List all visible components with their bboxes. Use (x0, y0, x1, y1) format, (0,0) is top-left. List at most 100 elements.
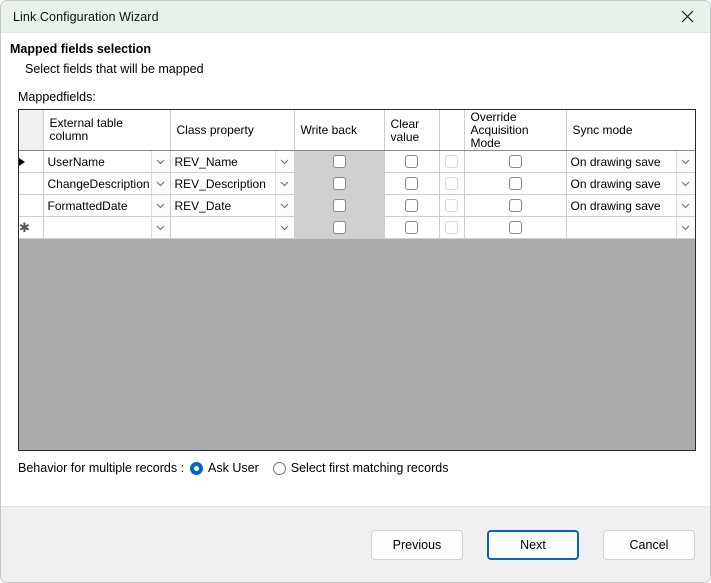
sync-mode-combo[interactable]: On drawing save (566, 173, 694, 194)
chevron-down-icon[interactable] (150, 151, 169, 172)
cell-override-acquisition-mode[interactable] (464, 172, 567, 195)
column-header-class-property[interactable]: Class property (170, 110, 295, 151)
cancel-button[interactable]: Cancel (603, 529, 695, 560)
class-property-combo[interactable]: REV_Description (170, 173, 293, 194)
cell-external-table-column[interactable]: UserName (43, 150, 171, 173)
column-header-sync-mode[interactable]: Sync mode (566, 110, 695, 151)
table-row[interactable]: UserName REV_Name On drawing save (19, 150, 695, 173)
cell-external-table-column[interactable] (43, 216, 171, 239)
cell-unnamed[interactable] (439, 172, 465, 195)
cell-override-acquisition-mode[interactable] (464, 216, 567, 239)
cell-clear-value[interactable] (384, 172, 440, 195)
clear-value-checkbox[interactable] (405, 155, 418, 168)
class-property-combo[interactable]: REV_Name (170, 151, 293, 172)
cell-write-back[interactable] (294, 150, 385, 173)
cell-class-property[interactable]: REV_Description (170, 172, 295, 195)
column-header-override-acquisition-mode[interactable]: Override Acquisition Mode (464, 110, 567, 151)
chevron-down-icon[interactable] (150, 217, 169, 238)
window-title: Link Configuration Wizard (13, 9, 159, 24)
sync-mode-combo[interactable]: On drawing save (566, 151, 694, 172)
cell-clear-value[interactable] (384, 150, 440, 173)
unnamed-checkbox[interactable] (445, 199, 458, 212)
row-selector-new[interactable]: ✱ (19, 216, 44, 239)
radio-select-first-matching-records-indicator[interactable] (272, 461, 286, 475)
table-row[interactable]: ChangeDescription REV_Description On dra… (19, 172, 695, 195)
next-button[interactable]: Next (487, 529, 579, 560)
mapped-fields-grid[interactable]: External table column Class property Wri… (18, 109, 696, 451)
override-acquisition-mode-checkbox[interactable] (508, 221, 522, 234)
wizard-body: Mappedfields: External table column Clas… (1, 76, 710, 506)
unnamed-checkbox[interactable] (445, 221, 458, 234)
previous-button[interactable]: Previous (371, 529, 463, 560)
chevron-down-icon[interactable] (675, 195, 694, 216)
column-header-external-table-column[interactable]: External table column (43, 110, 171, 151)
row-selector[interactable] (19, 150, 44, 173)
cell-write-back[interactable] (294, 194, 385, 217)
combo-value: FormattedDate (47, 198, 128, 213)
chevron-down-icon[interactable] (150, 195, 169, 216)
write-back-checkbox[interactable] (332, 221, 346, 234)
write-back-checkbox[interactable] (332, 177, 346, 190)
chevron-down-icon[interactable] (274, 173, 293, 194)
cell-sync-mode[interactable]: On drawing save (566, 172, 695, 195)
override-acquisition-mode-checkbox[interactable] (508, 199, 522, 212)
cell-class-property[interactable]: REV_Name (170, 150, 295, 173)
external-table-column-combo[interactable]: UserName (43, 151, 169, 172)
class-property-combo[interactable]: REV_Date (170, 195, 293, 216)
table-row[interactable]: FormattedDate REV_Date On drawing save (19, 194, 695, 217)
clear-value-checkbox[interactable] (405, 177, 418, 190)
radio-select-first-matching-records[interactable]: Select first matching records (272, 461, 449, 475)
cell-override-acquisition-mode[interactable] (464, 150, 567, 173)
radio-ask-user[interactable]: Ask User (190, 461, 259, 475)
cell-unnamed[interactable] (439, 194, 465, 217)
clear-value-checkbox[interactable] (405, 199, 418, 212)
cell-clear-value[interactable] (384, 216, 440, 239)
row-selector[interactable] (19, 194, 44, 217)
column-header-write-back[interactable]: Write back (294, 110, 385, 151)
override-acquisition-mode-checkbox[interactable] (508, 177, 522, 190)
write-back-checkbox[interactable] (332, 155, 346, 168)
cell-sync-mode[interactable]: On drawing save (566, 150, 695, 173)
combo-value: On drawing save (570, 154, 661, 169)
chevron-down-icon[interactable] (675, 151, 694, 172)
cell-override-acquisition-mode[interactable] (464, 194, 567, 217)
cell-unnamed[interactable] (439, 216, 465, 239)
radio-ask-user-indicator[interactable] (190, 461, 204, 475)
cell-write-back[interactable] (294, 216, 385, 239)
write-back-checkbox[interactable] (332, 199, 346, 212)
table-row-new[interactable]: ✱ (19, 216, 695, 239)
chevron-down-icon[interactable] (675, 173, 694, 194)
external-table-column-combo[interactable]: ChangeDescription (43, 173, 169, 194)
cell-external-table-column[interactable]: FormattedDate (43, 194, 171, 217)
radio-select-first-matching-records-label: Select first matching records (290, 461, 449, 475)
unnamed-checkbox[interactable] (445, 177, 458, 190)
cell-class-property[interactable]: REV_Date (170, 194, 295, 217)
chevron-down-icon[interactable] (675, 217, 694, 238)
column-header-unnamed[interactable] (439, 110, 465, 151)
override-acquisition-mode-checkbox[interactable] (508, 155, 522, 168)
chevron-down-icon[interactable] (274, 217, 293, 238)
cell-write-back[interactable] (294, 172, 385, 195)
chevron-down-icon[interactable] (274, 195, 293, 216)
close-button[interactable] (664, 1, 710, 32)
class-property-combo[interactable] (170, 217, 293, 238)
external-table-column-combo[interactable]: FormattedDate (43, 195, 169, 216)
cell-unnamed[interactable] (439, 150, 465, 173)
sync-mode-combo[interactable]: On drawing save (566, 195, 694, 216)
chevron-down-icon[interactable] (150, 173, 169, 194)
new-row-asterisk-icon: ✱ (19, 220, 30, 236)
sync-mode-combo[interactable] (566, 217, 694, 238)
clear-value-checkbox[interactable] (405, 221, 418, 234)
cell-class-property[interactable] (170, 216, 295, 239)
wizard-footer: Previous Next Cancel (1, 506, 710, 582)
cell-sync-mode[interactable]: On drawing save (566, 194, 695, 217)
cell-clear-value[interactable] (384, 194, 440, 217)
column-header-clear-value[interactable]: Clear value (384, 110, 440, 151)
cell-external-table-column[interactable]: ChangeDescription (43, 172, 171, 195)
chevron-down-icon[interactable] (274, 151, 293, 172)
external-table-column-combo[interactable] (43, 217, 169, 238)
combo-value: REV_Description (174, 176, 266, 191)
row-selector[interactable] (19, 172, 44, 195)
cell-sync-mode[interactable] (566, 216, 695, 239)
unnamed-checkbox[interactable] (445, 155, 458, 168)
